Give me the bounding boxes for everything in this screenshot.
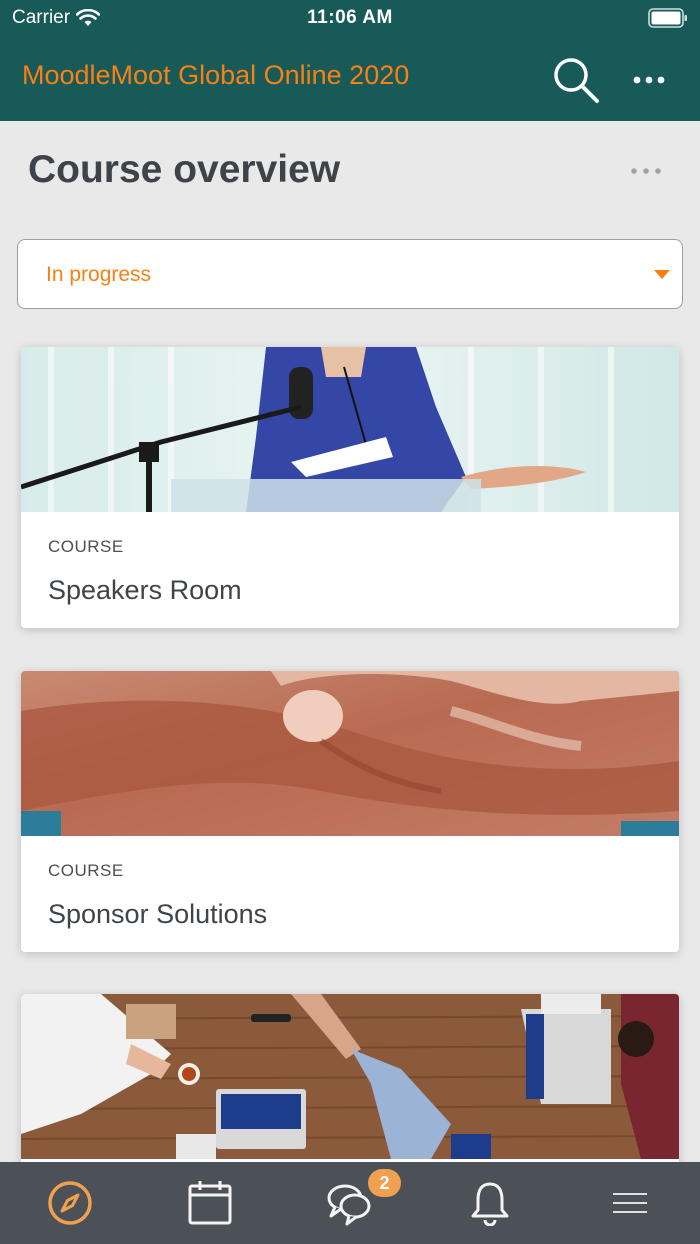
app-header: MoodleMoot Global Online 2020	[0, 36, 700, 121]
search-button[interactable]	[550, 54, 602, 106]
course-name: Speakers Room	[48, 575, 242, 605]
course-image	[21, 994, 679, 1159]
status-time: 11:06 AM	[307, 7, 393, 28]
messages-badge: 2	[368, 1169, 401, 1197]
more-icon	[633, 76, 665, 84]
filter-selected-value: In progress	[46, 263, 152, 286]
compass-icon	[48, 1181, 92, 1225]
course-category: COURSE	[48, 537, 124, 556]
messages-icon	[327, 1184, 371, 1226]
course-image	[21, 347, 679, 512]
tab-messages[interactable]	[280, 1162, 420, 1244]
course-image	[21, 671, 679, 836]
tab-more-menu[interactable]	[560, 1162, 700, 1244]
calendar-icon	[188, 1181, 232, 1225]
tab-calendar[interactable]	[140, 1162, 280, 1244]
tab-site-home[interactable]	[0, 1162, 140, 1244]
page-title: Course overview	[28, 148, 341, 191]
course-category: COURSE	[48, 861, 124, 880]
search-icon	[554, 58, 599, 103]
course-overview-menu-button[interactable]	[624, 156, 668, 186]
site-title: MoodleMoot Global Online 2020	[22, 60, 410, 90]
course-name: Sponsor Solutions	[48, 899, 268, 929]
menu-icon	[613, 1193, 647, 1213]
chevron-down-icon	[654, 270, 670, 279]
course-card-speakers-room[interactable]: COURSE Speakers Room	[21, 347, 679, 628]
more-icon	[631, 168, 661, 174]
course-filter-select[interactable]: In progress	[17, 239, 683, 309]
course-card-sponsor-solutions[interactable]: COURSE Sponsor Solutions	[21, 671, 679, 952]
bottom-tab-bar: 2	[0, 1162, 700, 1244]
status-bar: Carrier 11:06 AM	[0, 0, 700, 36]
tab-notifications[interactable]	[420, 1162, 560, 1244]
header-more-button[interactable]	[626, 58, 672, 102]
battery-icon	[648, 8, 687, 28]
bell-icon	[471, 1182, 509, 1226]
